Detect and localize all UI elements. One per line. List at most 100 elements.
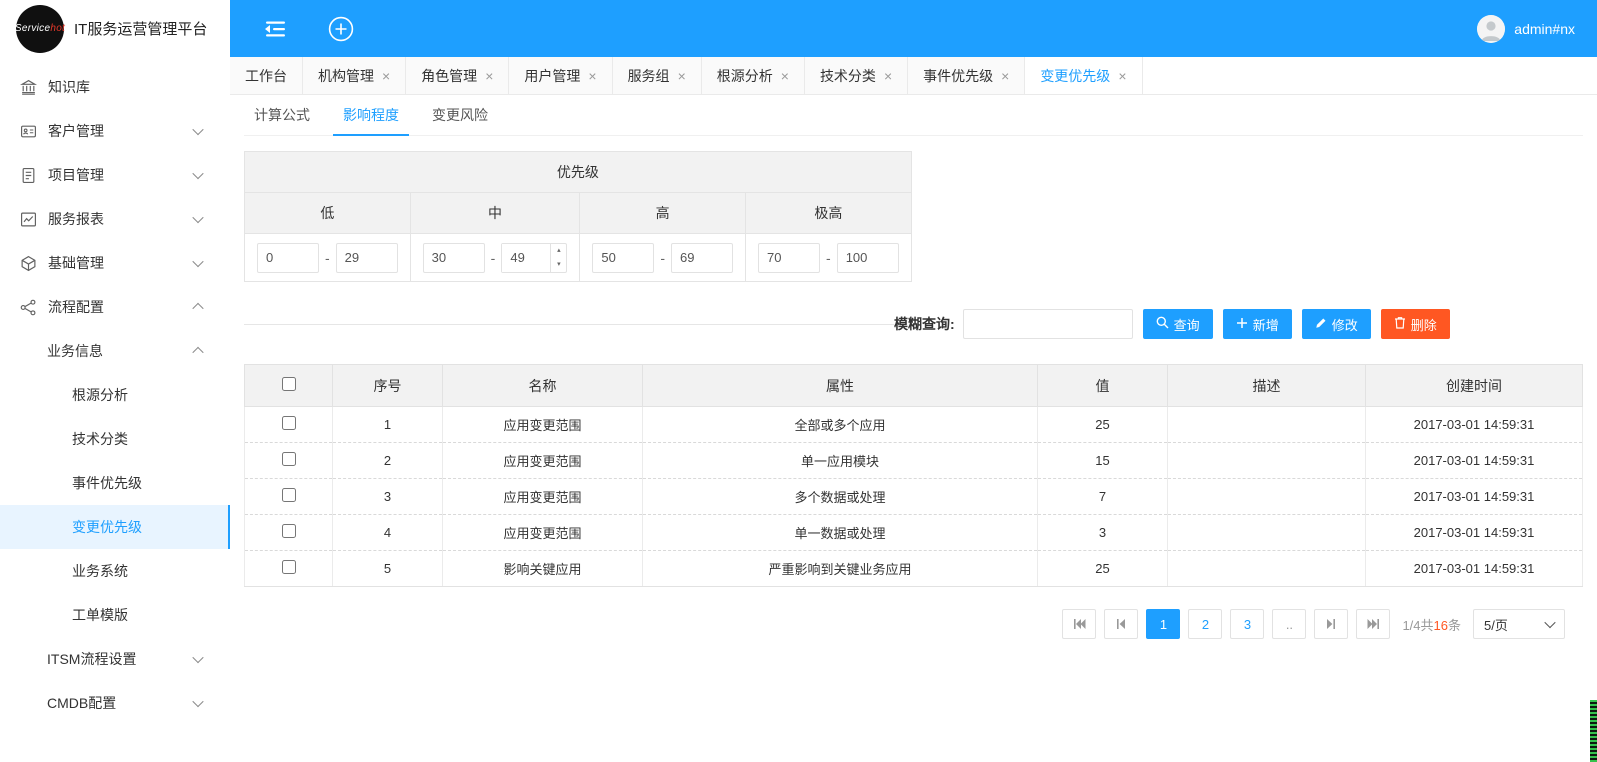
stepper-down-icon[interactable]: ▾ — [551, 258, 566, 272]
pagination: 1 2 3 .. 1/4共16条 5/页 — [244, 609, 1583, 639]
platform-title: IT服务运营管理平台 — [74, 21, 208, 38]
close-tab-icon[interactable]: × — [588, 69, 596, 83]
close-tab-icon[interactable]: × — [781, 69, 789, 83]
last-page-button[interactable] — [1356, 609, 1391, 639]
priority-range-table: 优先级 低 中 高 极高 - — [244, 151, 912, 282]
sidebar-item-label: 服务报表 — [48, 211, 104, 227]
table-row: 3 应用变更范围 多个数据或处理 7 2017-03-01 14:59:31 — [244, 478, 1583, 515]
close-tab-icon[interactable]: × — [884, 69, 892, 83]
next-page-button[interactable] — [1314, 609, 1349, 639]
select-all-checkbox[interactable] — [281, 377, 296, 391]
tab-workbench[interactable]: 工作台 — [230, 57, 303, 94]
user-menu[interactable]: admin#nx — [1477, 14, 1575, 43]
page-button-3[interactable]: 3 — [1230, 609, 1265, 639]
query-button[interactable]: 查询 — [1142, 309, 1213, 339]
search-input[interactable] — [962, 309, 1133, 339]
first-page-button[interactable] — [1062, 609, 1097, 639]
close-tab-icon[interactable]: × — [678, 69, 686, 83]
priority-level-critical: 极高 — [745, 192, 912, 234]
close-tab-icon[interactable]: × — [382, 69, 390, 83]
pencil-icon — [1315, 317, 1327, 332]
base-management-icon — [20, 255, 37, 272]
priority-high-min-input[interactable] — [592, 242, 655, 273]
column-header: 值 — [1037, 364, 1168, 407]
prev-page-button[interactable] — [1104, 609, 1139, 639]
page-button-1[interactable]: 1 — [1146, 609, 1181, 639]
row-checkbox[interactable] — [281, 524, 296, 538]
tab-incident-priority[interactable]: 事件优先级 × — [908, 57, 1026, 94]
subtab-calc-formula[interactable]: 计算公式 — [244, 95, 320, 135]
range-separator: - — [826, 249, 831, 266]
add-tab-icon[interactable] — [328, 16, 354, 42]
sidebar-item-root-cause-analysis[interactable]: 根源分析 — [0, 373, 230, 417]
sidebar-item-ticket-template[interactable]: 工单模版 — [0, 593, 230, 637]
row-checkbox[interactable] — [281, 416, 296, 430]
tab-org-management[interactable]: 机构管理 × — [303, 57, 407, 94]
priority-medium-min-input[interactable] — [422, 242, 485, 273]
sidebar-item-label: 变更优先级 — [72, 519, 142, 535]
tab-change-priority[interactable]: 变更优先级 × — [1025, 57, 1143, 94]
sidebar-item-business-info[interactable]: 业务信息 — [0, 329, 230, 373]
search-label: 模糊查询: — [894, 316, 955, 332]
sidebar-item-base-management[interactable]: 基础管理 — [0, 241, 230, 285]
sidebar-item-label: ITSM流程设置 — [47, 651, 137, 667]
scrollbar-indicator[interactable] — [1590, 700, 1597, 762]
tab-label: 角色管理 — [421, 67, 478, 84]
add-button[interactable]: 新增 — [1222, 309, 1292, 339]
sidebar-item-service-report[interactable]: 服务报表 — [0, 197, 230, 241]
content-area: 计算公式 影响程度 变更风险 优先级 低 中 高 极高 0 - 29 30 - … — [230, 95, 1597, 762]
edit-button[interactable]: 修改 — [1301, 309, 1371, 339]
tab-tech-category[interactable]: 技术分类 × — [804, 57, 909, 94]
close-tab-icon[interactable]: × — [1001, 69, 1009, 83]
sidebar-item-knowledge-base[interactable]: 知识库 — [0, 65, 230, 109]
row-checkbox[interactable] — [281, 452, 296, 466]
priority-critical-max-input[interactable] — [836, 242, 899, 273]
sidebar-item-project-management[interactable]: 项目管理 — [0, 153, 230, 197]
sidebar-item-tech-category[interactable]: 技术分类 — [0, 417, 230, 461]
priority-table-title: 优先级 — [244, 151, 912, 193]
sidebar-item-incident-priority[interactable]: 事件优先级 — [0, 461, 230, 505]
sidebar-item-customer-management[interactable]: 客户管理 — [0, 109, 230, 153]
sidebar-item-itsm-process-settings[interactable]: ITSM流程设置 — [0, 637, 230, 681]
page-size-select[interactable]: 5/页 — [1473, 609, 1565, 639]
tab-label: 根源分析 — [716, 67, 773, 84]
priority-low-min-input[interactable] — [257, 242, 319, 273]
row-checkbox[interactable] — [281, 488, 296, 502]
column-header: 描述 — [1167, 364, 1366, 407]
delete-button[interactable]: 删除 — [1380, 309, 1450, 339]
priority-medium-max-input[interactable] — [502, 243, 551, 272]
tab-service-group[interactable]: 服务组 × — [612, 57, 702, 94]
chevron-down-icon — [192, 211, 204, 224]
logo-text-accent: hot — [50, 23, 66, 34]
column-header: 序号 — [332, 364, 443, 407]
column-header: 创建时间 — [1365, 364, 1583, 407]
priority-low-max-input[interactable] — [335, 242, 398, 273]
chevron-down-icon — [192, 167, 204, 180]
sidebar-item-process-config[interactable]: 流程配置 — [0, 285, 230, 329]
column-header: 属性 — [642, 364, 1038, 407]
subtab-change-risk[interactable]: 变更风险 — [422, 95, 498, 135]
close-tab-icon[interactable]: × — [1118, 69, 1126, 83]
chevron-down-icon — [1544, 616, 1556, 629]
row-checkbox[interactable] — [281, 560, 296, 574]
priority-critical-min-input[interactable] — [758, 242, 821, 273]
collapse-sidebar-icon[interactable] — [263, 19, 287, 39]
subtab-impact-level[interactable]: 影响程度 — [333, 95, 409, 136]
page-button-2[interactable]: 2 — [1188, 609, 1223, 639]
page-size-value: 5/页 — [1484, 617, 1508, 633]
tab-role-management[interactable]: 角色管理 × — [406, 57, 510, 94]
tab-user-management[interactable]: 用户管理 × — [509, 57, 613, 94]
close-tab-icon[interactable]: × — [485, 69, 493, 83]
priority-high-max-input[interactable] — [671, 242, 734, 273]
toolbar: 模糊查询: 查询 新增 修改 删除 — [894, 309, 1596, 339]
tab-root-cause-analysis[interactable]: 根源分析 × — [701, 57, 805, 94]
sidebar-item-business-system[interactable]: 业务系统 — [0, 549, 230, 593]
stepper-arrows: ▴ ▾ — [550, 243, 566, 272]
sidebar-item-change-priority[interactable]: 变更优先级 — [0, 505, 230, 549]
main-area: admin#nx 工作台 机构管理 × 角色管理 × 用户管理 × 服务组 × — [230, 0, 1597, 762]
page-ellipsis[interactable]: .. — [1272, 609, 1307, 639]
sidebar-item-cmdb-config[interactable]: CMDB配置 — [0, 681, 230, 725]
chevron-up-icon — [192, 346, 204, 359]
stepper-up-icon[interactable]: ▴ — [551, 244, 566, 258]
plus-icon — [1236, 317, 1248, 332]
